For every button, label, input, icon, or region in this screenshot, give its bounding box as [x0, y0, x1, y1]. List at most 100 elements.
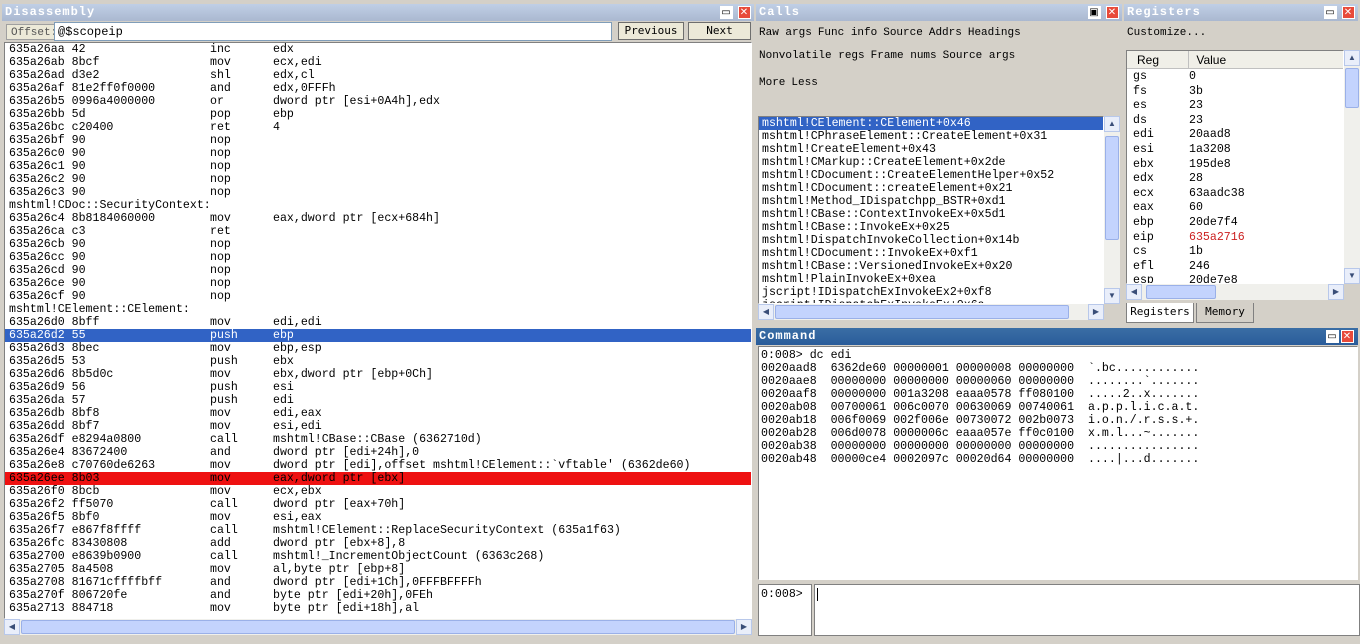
register-row[interactable]: eax 60 — [1127, 201, 1343, 216]
dock-icon[interactable]: ▣ — [1088, 6, 1101, 19]
disassembly-hscrollbar[interactable]: ◀ ▶ — [4, 619, 752, 635]
disasm-row[interactable]: 635a26d9 56 push esi — [5, 381, 751, 394]
dock-icon[interactable]: ▭ — [1324, 6, 1337, 19]
register-row[interactable]: ds 23 — [1127, 114, 1343, 129]
disasm-row[interactable]: 635a26aa 42 inc edx — [5, 43, 751, 56]
registers-table[interactable]: Reg Value gs 0 fs 3b es 23 ds 23 edi 20aad8 esi 1a3… — [1126, 50, 1344, 284]
disasm-row[interactable]: 635a26c3 90 nop — [5, 186, 751, 199]
close-icon[interactable]: ✕ — [1106, 6, 1119, 19]
disasm-row[interactable]: 635a26af 81e2ff0f0000 and edx,0FFFh — [5, 82, 751, 95]
calls-option-source-args[interactable]: Source args — [943, 50, 1016, 62]
register-row[interactable]: es 23 — [1127, 99, 1343, 114]
scroll-left-icon[interactable]: ◀ — [1126, 284, 1142, 300]
scroll-down-icon[interactable]: ▼ — [1344, 268, 1360, 284]
call-frame-row[interactable]: mshtml!CBase::ContextInvokeEx+0x5d1 — [759, 208, 1103, 221]
register-row[interactable]: efl 246 — [1127, 260, 1343, 275]
disasm-row[interactable]: 635a26c0 90 nop — [5, 147, 751, 160]
calls-hscrollbar[interactable]: ◀ ▶ — [758, 304, 1104, 320]
scroll-thumb[interactable] — [775, 305, 1069, 319]
tab-memory[interactable]: Memory — [1196, 303, 1254, 323]
scroll-thumb[interactable] — [21, 620, 735, 634]
registers-hscrollbar[interactable]: ◀ ▶ — [1126, 284, 1344, 300]
close-icon[interactable]: ✕ — [1341, 330, 1354, 343]
call-frame-row[interactable]: mshtml!CDocument::createElement+0x21 — [759, 182, 1103, 195]
disasm-row[interactable]: 635a26f0 8bcb mov ecx,ebx — [5, 485, 751, 498]
disasm-row[interactable]: 635a26e8 c70760de6263 mov dword ptr [edi],… — [5, 459, 751, 472]
scroll-thumb[interactable] — [1146, 285, 1216, 299]
disasm-row[interactable]: 635a26e4 83672400 and dword ptr [edi+24h],… — [5, 446, 751, 459]
scroll-left-icon[interactable]: ◀ — [758, 304, 774, 320]
calls-option-nonvolatile-regs[interactable]: Nonvolatile regs — [759, 50, 865, 62]
register-row[interactable]: eip 635a2716 — [1127, 231, 1343, 246]
calls-option-frame-nums[interactable]: Frame nums — [871, 50, 937, 62]
disasm-row[interactable]: 635a26f2 ff5070 call dword ptr [eax+70h] — [5, 498, 751, 511]
symbol-label-row[interactable]: mshtml!CElement::CElement: — [5, 303, 751, 316]
disasm-row[interactable]: 635a26db 8bf8 mov edi,eax — [5, 407, 751, 420]
disasm-row[interactable]: 635a26d5 53 push ebx — [5, 355, 751, 368]
register-row[interactable]: ebp 20de7f4 — [1127, 216, 1343, 231]
command-input[interactable] — [814, 584, 1360, 636]
disasm-row[interactable]: 635a26ce 90 nop — [5, 277, 751, 290]
disasm-row[interactable]: 635a26c4 8b8184060000 mov eax,dword ptr [e… — [5, 212, 751, 225]
call-frame-row[interactable]: mshtml!CDocument::CreateElementHelper+0x… — [759, 169, 1103, 182]
calls-option-raw-args[interactable]: Raw args — [759, 27, 812, 39]
register-row[interactable]: edi 20aad8 — [1127, 128, 1343, 143]
col-reg-header[interactable]: Reg — [1127, 51, 1189, 69]
disasm-row[interactable]: 635a26c2 90 nop — [5, 173, 751, 186]
call-stack-list[interactable]: mshtml!CElement::CElement+0x46 mshtml!CPh… — [758, 116, 1104, 304]
call-frame-row[interactable]: mshtml!CreateElement+0x43 — [759, 143, 1103, 156]
calls-option-func-info[interactable]: Func info — [818, 27, 877, 39]
calls-option-more[interactable]: More — [759, 77, 785, 89]
registers-titlebar[interactable]: Registers ▭ ✕ — [1124, 4, 1358, 21]
disasm-row[interactable]: 635a26da 57 push edi — [5, 394, 751, 407]
disasm-row[interactable]: 635a26cc 90 nop — [5, 251, 751, 264]
disasm-row[interactable]: 635a26df e8294a0800 call mshtml!CBase::CBa… — [5, 433, 751, 446]
scroll-right-icon[interactable]: ▶ — [1328, 284, 1344, 300]
close-icon[interactable]: ✕ — [1342, 6, 1355, 19]
disasm-row[interactable]: 635a26d0 8bff mov edi,edi — [5, 316, 751, 329]
disasm-row[interactable]: 635a2705 8a4508 mov al,byte ptr [ebp+8] — [5, 563, 751, 576]
disasm-row[interactable]: 635a26cd 90 nop — [5, 264, 751, 277]
calls-option-less[interactable]: Less — [791, 77, 817, 89]
call-frame-row[interactable]: mshtml!CElement::CElement+0x46 — [759, 117, 1103, 130]
disasm-row[interactable]: 635a26cb 90 nop — [5, 238, 751, 251]
command-titlebar[interactable]: Command ▭ ✕ — [756, 328, 1358, 345]
calls-option-addrs[interactable]: Addrs — [929, 27, 962, 39]
disasm-row[interactable]: 635a26f7 e867f8ffff call mshtml!CElement::… — [5, 524, 751, 537]
call-frame-row[interactable]: mshtml!CBase::VersionedInvokeEx+0x20 — [759, 260, 1103, 273]
command-output[interactable]: 0:008> dc edi 0020aad8 6362de60 00000001 … — [758, 346, 1358, 580]
tab-registers[interactable]: Registers — [1126, 303, 1194, 323]
symbol-label-row[interactable]: mshtml!CDoc::SecurityContext: — [5, 199, 751, 212]
register-row[interactable]: cs 1b — [1127, 245, 1343, 260]
register-row[interactable]: gs 0 — [1127, 70, 1343, 85]
call-frame-row[interactable]: mshtml!Method_IDispatchpp_BSTR+0xd1 — [759, 195, 1103, 208]
register-row[interactable]: fs 3b — [1127, 85, 1343, 100]
register-row[interactable]: ecx 63aadc38 — [1127, 187, 1343, 202]
scroll-thumb[interactable] — [1345, 68, 1359, 108]
disasm-row[interactable]: 635a26dd 8bf7 mov esi,edi — [5, 420, 751, 433]
disasm-row[interactable]: 635a2713 884718 mov byte ptr [edi+18h],al — [5, 602, 751, 615]
disasm-row[interactable]: 635a26bc c20400 ret 4 — [5, 121, 751, 134]
disasm-row[interactable]: 635a26ee 8b03 mov eax,dword ptr [ebx] — [5, 472, 751, 485]
disasm-row[interactable]: 635a26ca c3 ret — [5, 225, 751, 238]
disassembly-listing[interactable]: 635a26aa 42 inc edx 635a26ab 8bcf mov ecx,edi… — [4, 42, 752, 619]
disasm-row[interactable]: 635a26f5 8bf0 mov esi,eax — [5, 511, 751, 524]
calls-option-headings[interactable]: Headings — [968, 27, 1021, 39]
register-row[interactable]: edx 28 — [1127, 172, 1343, 187]
scroll-right-icon[interactable]: ▶ — [1088, 304, 1104, 320]
call-frame-row[interactable]: mshtml!CBase::InvokeEx+0x25 — [759, 221, 1103, 234]
disasm-row[interactable]: 635a26cf 90 nop — [5, 290, 751, 303]
register-row[interactable]: ebx 195de8 — [1127, 158, 1343, 173]
disasm-row[interactable]: 635a26c1 90 nop — [5, 160, 751, 173]
disasm-row[interactable]: 635a26bb 5d pop ebp — [5, 108, 751, 121]
call-frame-row[interactable]: mshtml!DispatchInvokeCollection+0x14b — [759, 234, 1103, 247]
previous-button[interactable]: Previous — [618, 22, 684, 40]
disasm-row[interactable]: 635a26fc 83430808 add dword ptr [ebx+8],8 — [5, 537, 751, 550]
registers-vscrollbar[interactable]: ▲ ▼ — [1344, 50, 1360, 284]
disasm-row[interactable]: 635a2708 81671cffffbff and dword ptr [edi+… — [5, 576, 751, 589]
call-frame-row[interactable]: jscript!IDispatchExInvokeEx2+0xf8 — [759, 286, 1103, 299]
disasm-row[interactable]: 635a2700 e8639b0900 call mshtml!_Increment… — [5, 550, 751, 563]
disasm-row[interactable]: 635a26b5 0996a4000000 or dword ptr [esi+0A… — [5, 95, 751, 108]
scroll-down-icon[interactable]: ▼ — [1104, 288, 1120, 304]
offset-input[interactable] — [54, 22, 612, 41]
